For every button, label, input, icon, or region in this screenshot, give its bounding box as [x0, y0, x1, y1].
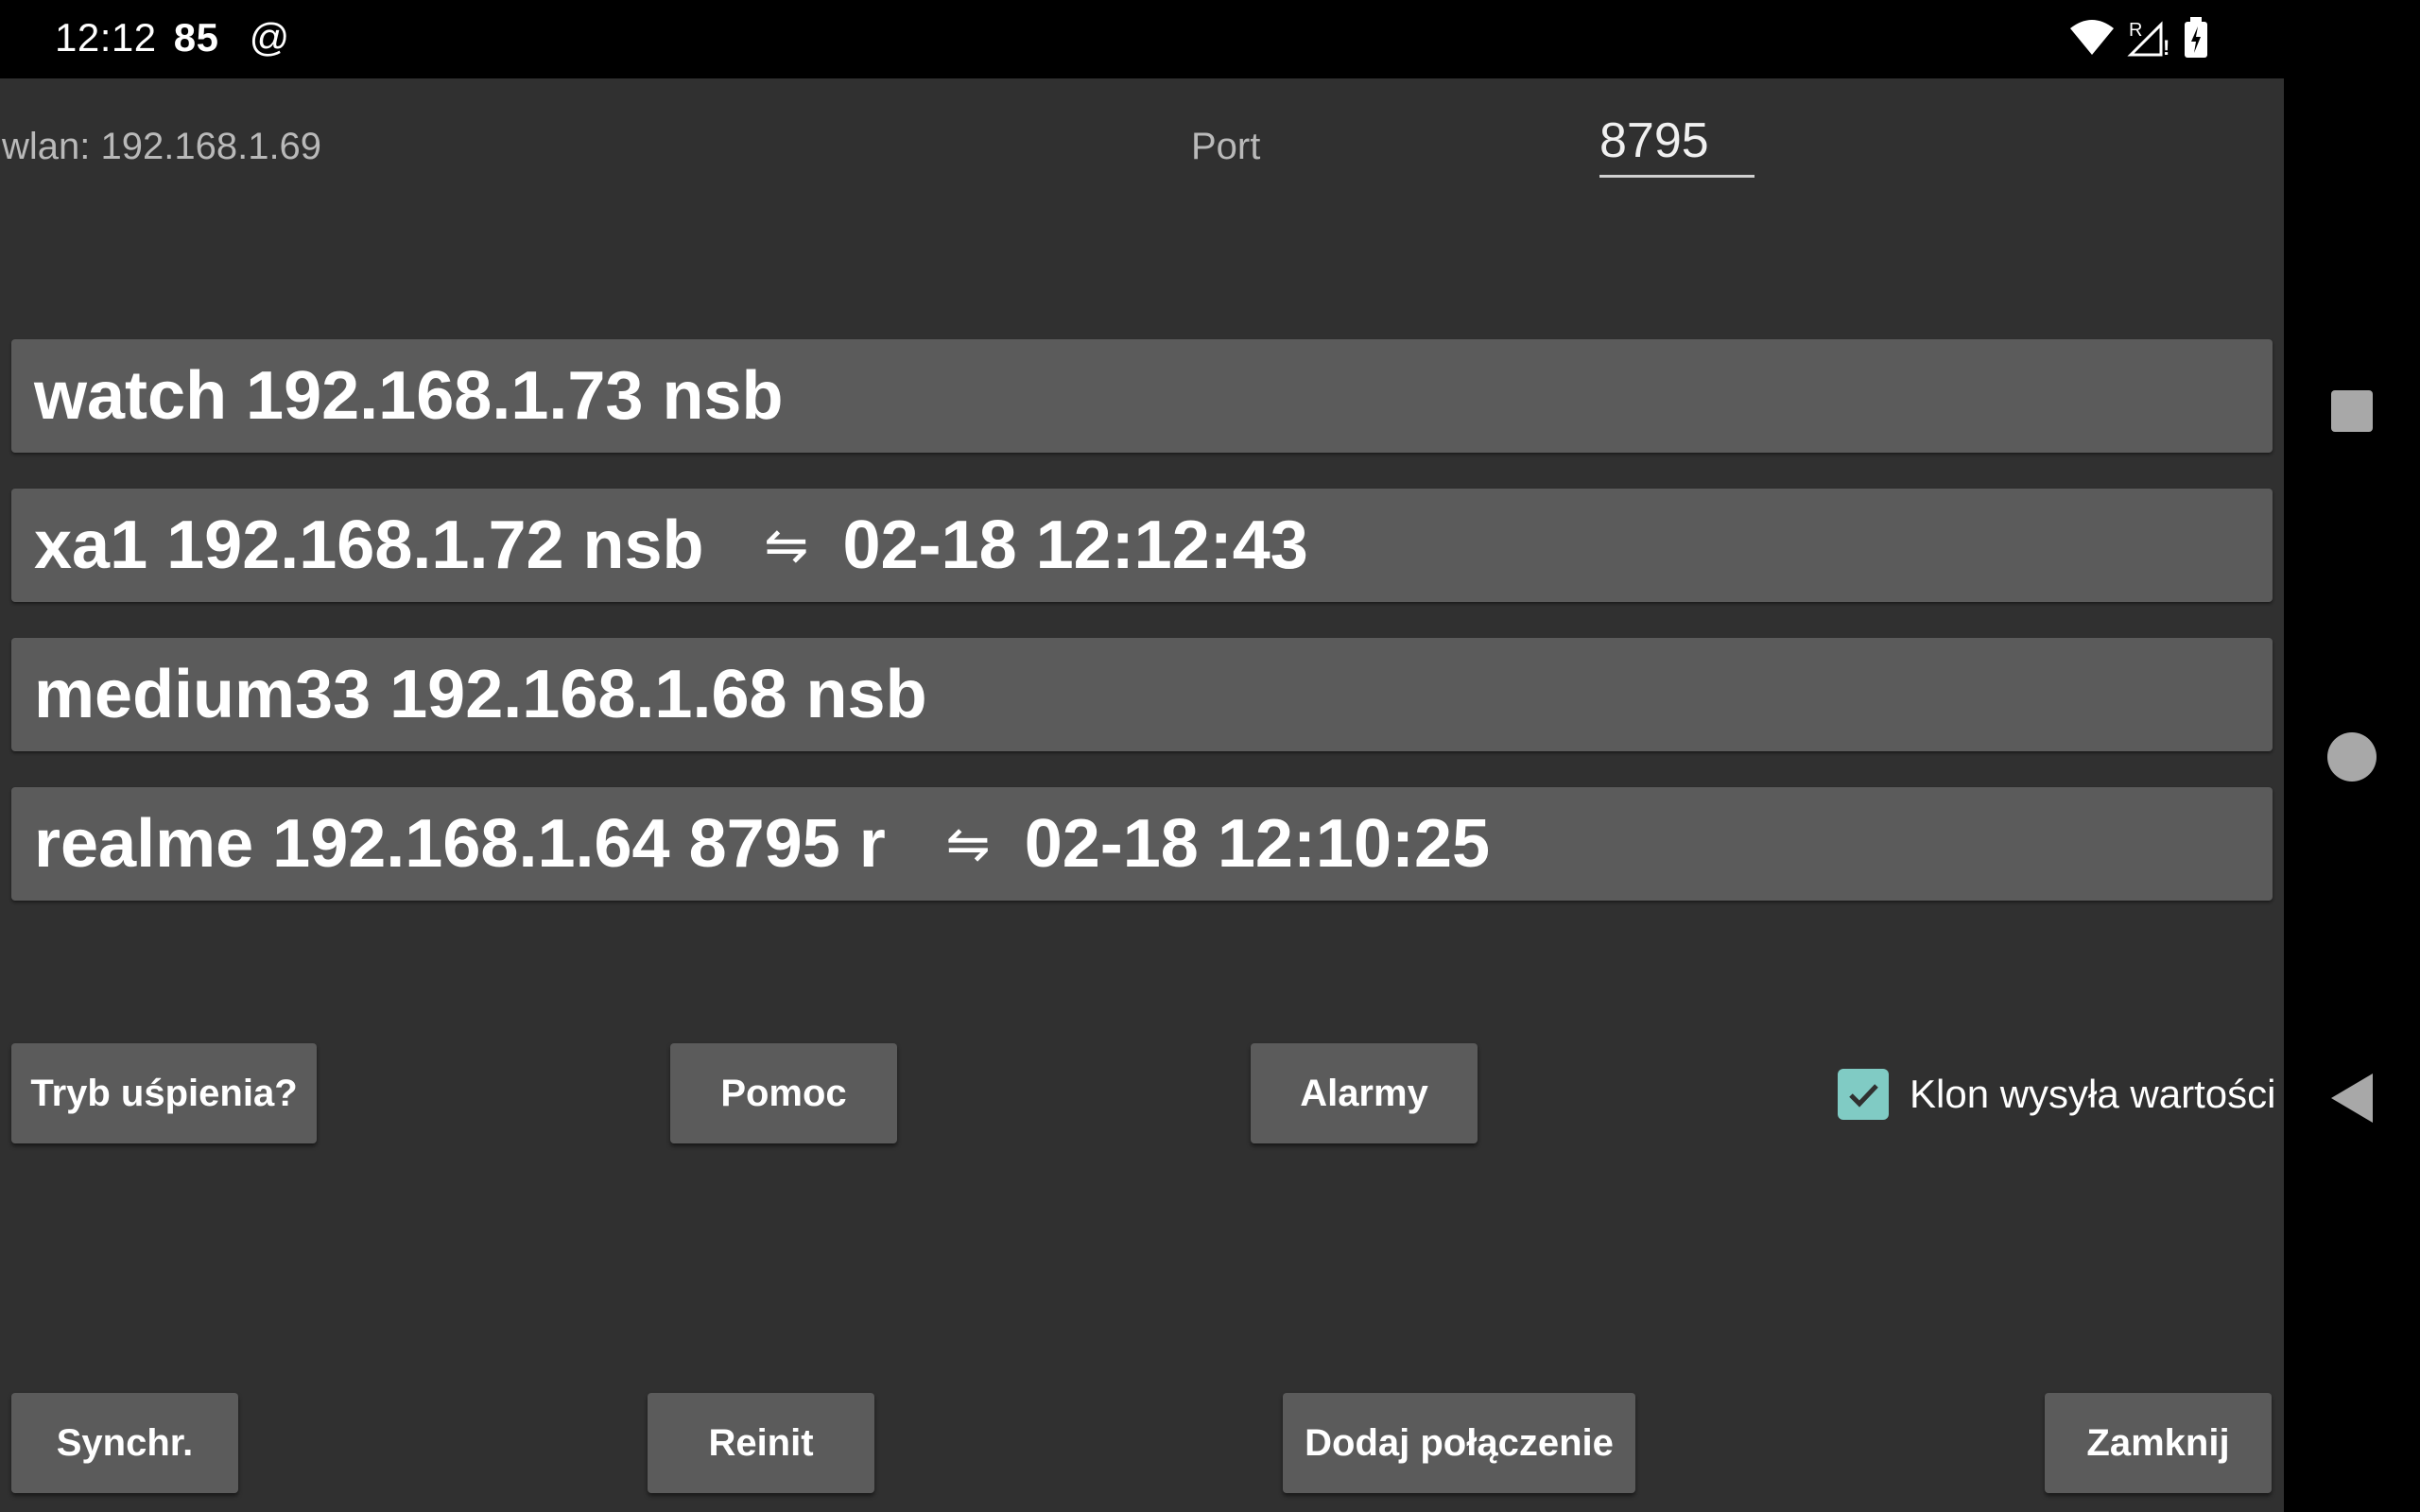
svg-text:!: !: [2163, 36, 2169, 59]
connection-item-xa1[interactable]: xa1 192.168.1.72 nsb ⇋ 02-18 12:12:43: [11, 489, 2273, 602]
signal-roaming-icon: R !: [2127, 20, 2169, 59]
close-button[interactable]: Zamknij: [2045, 1393, 2272, 1493]
wlan-address: wlan: 192.168.1.69: [2, 126, 322, 167]
sleep-mode-button[interactable]: Tryb uśpienia?: [11, 1043, 317, 1143]
checkbox-label: Klon wysyła wartości: [1910, 1072, 2276, 1116]
home-icon[interactable]: [2327, 732, 2377, 782]
add-connection-button[interactable]: Dodaj połączenie: [1283, 1393, 1635, 1493]
sync-arrows-icon: ⇋: [945, 814, 991, 873]
back-icon[interactable]: [2331, 1074, 2373, 1123]
connection-name: watch 192.168.1.73 nsb: [34, 358, 784, 434]
alarms-button[interactable]: Alarmy: [1251, 1043, 1478, 1143]
sync-arrows-icon: ⇋: [764, 515, 809, 575]
connection-item-realme[interactable]: realme 192.168.1.64 8795 r ⇋ 02-18 12:10…: [11, 787, 2273, 901]
port-input[interactable]: [1599, 112, 1754, 178]
connection-timestamp: 02-18 12:10:25: [1024, 806, 1491, 882]
connection-item-watch[interactable]: watch 192.168.1.73 nsb: [11, 339, 2273, 453]
clone-sends-values-checkbox[interactable]: Klon wysyła wartości: [1838, 1069, 2275, 1120]
reinit-button[interactable]: Reinit: [648, 1393, 874, 1493]
connection-name: realme 192.168.1.64 8795 r: [34, 806, 886, 882]
status-bar: 12:12 85 @ R !: [0, 0, 2284, 78]
navigation-bar: [2284, 0, 2420, 1512]
wifi-icon: [2070, 20, 2114, 55]
connection-timestamp: 02-18 12:12:43: [842, 507, 1308, 583]
recents-icon[interactable]: [2331, 390, 2373, 432]
checkmark-icon: [1849, 1084, 1878, 1108]
app-content: wlan: 192.168.1.69 Port watch 192.168.1.…: [0, 78, 2284, 1512]
status-number: 85: [173, 15, 219, 60]
checkbox-checked[interactable]: [1838, 1069, 1889, 1120]
connection-item-medium33[interactable]: medium33 192.168.1.68 nsb: [11, 638, 2273, 751]
connection-name: medium33 192.168.1.68 nsb: [34, 657, 927, 732]
battery-charging-icon: [2185, 17, 2207, 58]
at-icon: @: [249, 15, 290, 60]
sync-button[interactable]: Synchr.: [11, 1393, 238, 1493]
clock: 12:12: [55, 15, 157, 60]
svg-text:R: R: [2129, 20, 2142, 41]
status-time: 12:12 85 @: [55, 15, 290, 60]
help-button[interactable]: Pomoc: [670, 1043, 897, 1143]
port-label: Port: [1191, 126, 1261, 167]
connection-name: xa1 192.168.1.72 nsb: [34, 507, 704, 583]
